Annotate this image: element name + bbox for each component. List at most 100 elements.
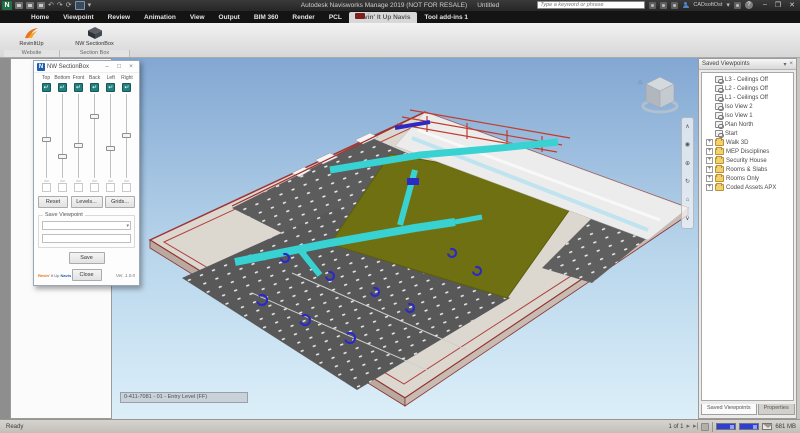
panel-dropdown-icon[interactable]: ▾: [783, 61, 786, 68]
tab-review[interactable]: Review: [101, 12, 137, 23]
tab-output[interactable]: Output: [212, 12, 247, 23]
maximize-button[interactable]: ❐: [775, 1, 781, 9]
qat-dropdown-icon[interactable]: ▾: [88, 2, 92, 9]
slider-value-box[interactable]: [73, 183, 83, 192]
slider-track[interactable]: [90, 94, 100, 178]
open-icon[interactable]: [15, 2, 23, 9]
undo-icon[interactable]: ↶: [48, 2, 54, 9]
nw-sectionbox-button[interactable]: NW SectionBox: [60, 24, 129, 49]
signin-label[interactable]: CADsoftOst: [693, 2, 722, 8]
signin-user-icon[interactable]: [682, 1, 689, 9]
revinitup-button[interactable]: RevinItUp: [4, 24, 59, 49]
section-toggle-icon[interactable]: ↵: [122, 83, 132, 92]
tab-tool-add-ins-1[interactable]: Tool add-ins 1: [417, 12, 475, 23]
panel-tab-saved-viewpoints[interactable]: Saved Viewpoints: [701, 404, 757, 415]
chevron-down-icon[interactable]: ▾: [367, 12, 370, 19]
viewcube[interactable]: ⌂: [636, 74, 684, 120]
slider-value-box[interactable]: [122, 183, 132, 192]
orbit-icon[interactable]: ◉: [685, 142, 690, 148]
rewind-icon[interactable]: ↻: [685, 179, 690, 185]
sheet-browser-icon[interactable]: [701, 422, 710, 431]
slider-track[interactable]: [106, 94, 116, 178]
media-icon[interactable]: [354, 12, 365, 19]
dialog-maximize-icon[interactable]: □: [114, 63, 124, 70]
section-toggle-icon[interactable]: ↵: [57, 83, 67, 92]
section-toggle-icon[interactable]: ↵: [73, 83, 83, 92]
save-icon[interactable]: [26, 2, 34, 9]
tree-item-l2-ceilings-off[interactable]: L2 - Ceilings Off: [706, 84, 793, 93]
tree-item-mep-disciplines[interactable]: + MEP Disciplines: [706, 147, 793, 156]
home-icon[interactable]: ⌂: [686, 197, 690, 203]
navigation-bar[interactable]: ∧ ◉ ⊕ ↻ ⌂ ∨: [681, 117, 694, 229]
help-icon[interactable]: ?: [744, 1, 753, 9]
signin-dropdown-icon[interactable]: ▾: [726, 2, 730, 9]
panel-tab-properties[interactable]: Properties: [757, 404, 795, 415]
chevron-up-icon[interactable]: ∧: [685, 124, 689, 130]
viewport-3d[interactable]: ⌂ ∧ ◉ ⊕ ↻ ⌂ ∨ 0-411-7081 - 01 - Entry Level (…: [112, 58, 698, 419]
slider-value-box[interactable]: [90, 183, 100, 192]
tree-item-coded-assets-apx[interactable]: + Coded Assets APX: [706, 183, 793, 192]
dialog-minimize-icon[interactable]: –: [102, 63, 112, 70]
save-viewpoint-button[interactable]: Save: [68, 252, 105, 264]
slider-value-box[interactable]: [41, 183, 51, 192]
slider-track[interactable]: [57, 94, 67, 178]
slider-handle[interactable]: [106, 145, 116, 151]
slider-value-box[interactable]: [106, 183, 116, 192]
tree-item-plan-north[interactable]: Plan North: [706, 120, 793, 129]
slider-handle[interactable]: [41, 136, 51, 142]
search-input[interactable]: [537, 1, 646, 9]
tree-item-rooms-slabs[interactable]: + Rooms & Slabs: [706, 165, 793, 174]
tab-overflow[interactable]: ▾: [354, 12, 370, 21]
minimize-button[interactable]: –: [763, 1, 767, 9]
panel-pin-icon[interactable]: ×: [789, 61, 793, 67]
expander-icon[interactable]: +: [706, 184, 713, 191]
next-sheet-icon[interactable]: ▸: [686, 423, 690, 430]
favorites-icon[interactable]: [671, 1, 679, 9]
slider-track[interactable]: [73, 94, 83, 178]
print-icon[interactable]: [37, 2, 45, 9]
tree-item-l1-ceilings-off[interactable]: L1 - Ceilings Off: [706, 93, 793, 102]
expander-icon[interactable]: +: [706, 175, 713, 182]
slider-handle[interactable]: [122, 133, 132, 139]
viewpoint-name-input[interactable]: [42, 234, 131, 243]
chevron-down-icon[interactable]: ∨: [685, 216, 689, 222]
tree-item-security-house[interactable]: + Security House: [706, 156, 793, 165]
tree-item-walk-3d[interactable]: + Walk 3D: [706, 138, 793, 147]
slider-value-box[interactable]: [57, 183, 67, 192]
tree-item-rooms-only[interactable]: + Rooms Only: [706, 174, 793, 183]
close-button[interactable]: ✕: [789, 1, 795, 9]
app-store-icon[interactable]: [733, 1, 741, 9]
tab-viewpoint[interactable]: Viewpoint: [56, 12, 101, 23]
tree-item-l3-ceilings-off[interactable]: L3 - Ceilings Off: [706, 75, 793, 84]
select-tool-icon[interactable]: [74, 1, 85, 10]
viewpoint-combobox[interactable]: ▾: [42, 221, 131, 230]
tab-bim-360[interactable]: BIM 360: [247, 12, 286, 23]
search-icon[interactable]: [649, 1, 657, 9]
tab-view[interactable]: View: [183, 12, 212, 23]
section-toggle-icon[interactable]: ↵: [106, 83, 116, 92]
slider-handle[interactable]: [90, 113, 100, 119]
panel-title-bar[interactable]: Saved Viewpoints ▾ ×: [699, 59, 796, 70]
reset-button[interactable]: Reset: [38, 196, 68, 208]
tab-home[interactable]: Home: [24, 12, 56, 23]
last-sheet-icon[interactable]: ▸|: [693, 423, 698, 430]
expander-icon[interactable]: +: [706, 139, 713, 146]
section-toggle-icon[interactable]: ↵: [90, 83, 100, 92]
zoom-icon[interactable]: ⊕: [685, 161, 690, 167]
expander-icon[interactable]: +: [706, 157, 713, 164]
section-toggle-icon[interactable]: ↵: [41, 83, 51, 92]
tree-item-iso-view-2[interactable]: Iso View 2: [706, 102, 793, 111]
dialog-title-bar[interactable]: N NW SectionBox – □ ×: [34, 61, 139, 73]
expander-icon[interactable]: +: [706, 148, 713, 155]
tab-pcl[interactable]: PCL: [322, 12, 349, 23]
exchange-apps-icon[interactable]: [660, 1, 668, 9]
app-logo-icon[interactable]: N: [2, 1, 12, 10]
tree-item-iso-view-1[interactable]: Iso View 1: [706, 111, 793, 120]
slider-handle[interactable]: [73, 143, 83, 149]
redo-icon[interactable]: ↷: [57, 2, 63, 9]
expander-icon[interactable]: +: [706, 166, 713, 173]
refresh-icon[interactable]: ⟳: [66, 2, 72, 9]
dialog-close-icon[interactable]: ×: [126, 63, 136, 70]
tab-animation[interactable]: Animation: [137, 12, 183, 23]
slider-handle[interactable]: [57, 154, 67, 160]
